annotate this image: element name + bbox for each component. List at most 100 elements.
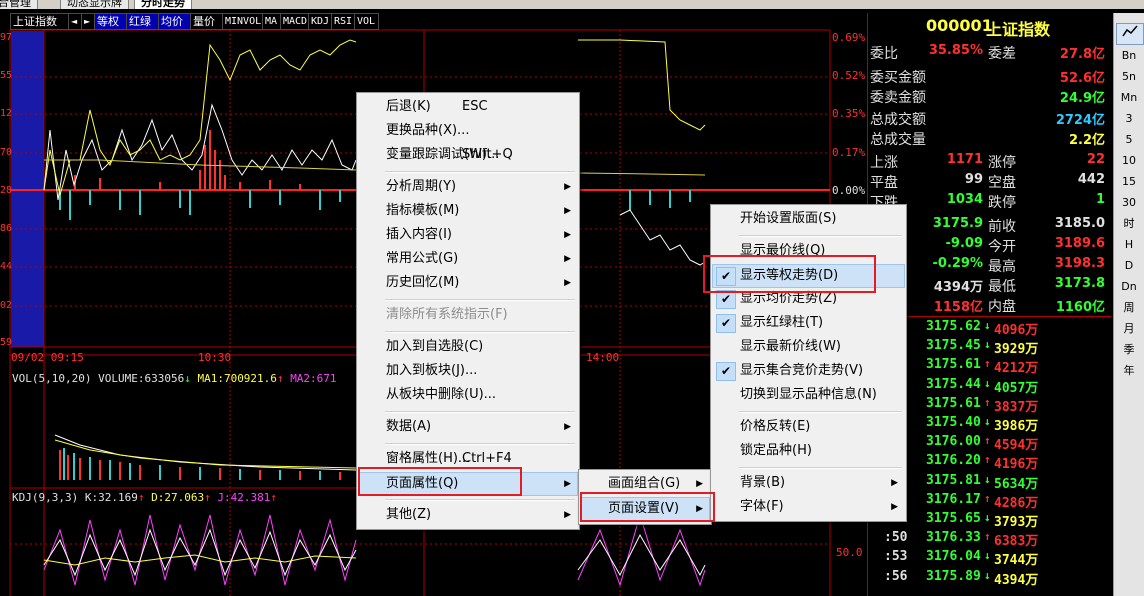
- menu-item[interactable]: 切换到显示品种信息(N): [713, 384, 904, 406]
- menu-item[interactable]: 常用公式(G) ▶: [359, 248, 577, 270]
- menu-item[interactable]: 开始设置版面(S): [713, 208, 904, 230]
- submenu-arrow-icon: ▶: [891, 478, 898, 488]
- stat-label: 内盘: [988, 299, 1016, 315]
- tick-volume: 4594万: [994, 438, 1039, 454]
- volume-price-button[interactable]: 量价: [190, 13, 224, 30]
- date-label: 09/02: [11, 351, 45, 364]
- symbol-selector[interactable]: 上证指数: [10, 13, 70, 30]
- period-button[interactable]: Mn: [1116, 88, 1142, 108]
- period-button[interactable]: 5n: [1116, 67, 1142, 87]
- right-arrow-icon: ►: [84, 17, 91, 26]
- indicator-ma-button[interactable]: MA: [262, 13, 282, 30]
- period-button[interactable]: D: [1116, 256, 1142, 276]
- left-axis-label: 44: [0, 261, 13, 272]
- tick-price: 3176.33: [926, 530, 981, 546]
- highlight-box: [703, 255, 876, 293]
- button-label: 均价: [161, 15, 183, 28]
- period-button[interactable]: 3: [1116, 109, 1142, 129]
- period-button[interactable]: 时: [1116, 214, 1142, 234]
- period-button[interactable]: H: [1116, 235, 1142, 255]
- kdj-axis-label: 50.0: [836, 546, 863, 559]
- period-button[interactable]: 月: [1116, 319, 1142, 339]
- stat-label: 委比: [870, 46, 898, 62]
- menu-item[interactable]: 清除所有系统指示(F): [359, 304, 577, 326]
- menu-item[interactable]: 指标模板(M) ▶: [359, 200, 577, 222]
- tab-label: 分时走势: [141, 0, 185, 9]
- button-label: MINVOL: [225, 16, 262, 27]
- period-button[interactable]: 年: [1116, 361, 1142, 381]
- stat-value: 27.8亿: [1059, 47, 1105, 62]
- stat-value: 35.85%: [928, 43, 983, 58]
- up-arrow-icon: ↑: [984, 530, 991, 544]
- menu-item-label: 指标模板(M): [386, 203, 460, 218]
- period-button[interactable]: 15: [1116, 172, 1142, 192]
- menu-item-label: 加入到自选股(C): [386, 339, 484, 354]
- menu-item-label: 价格反转(E): [740, 419, 811, 434]
- stat-value: -0.29%: [932, 256, 984, 271]
- quote-stat-row: 平盘 99 空盘 442: [868, 172, 1111, 192]
- price-line-tail: [619, 209, 706, 266]
- menu-item[interactable]: 从板块中删除(U)...: [359, 384, 577, 406]
- tick-price: 3175.89: [926, 568, 981, 584]
- menu-item[interactable]: 背景(B) ▶: [713, 472, 904, 494]
- menu-item[interactable]: 历史回忆(M) ▶: [359, 272, 577, 294]
- indicator-minvol-button[interactable]: MINVOL: [222, 13, 264, 30]
- left-axis-label: 12: [0, 108, 13, 119]
- menu-item-label: 切换到显示品种信息(N): [740, 387, 877, 402]
- menu-item[interactable]: 其他(Z) ▶: [359, 504, 577, 526]
- stat-value: 52.6亿: [1059, 71, 1105, 86]
- menu-item[interactable]: 变量跟踪调试(W)... Shift+Q: [359, 144, 577, 166]
- menu-item[interactable]: 插入内容(I) ▶: [359, 224, 577, 246]
- indicator-vol-button[interactable]: VOL: [354, 13, 379, 30]
- period-button[interactable]: 季: [1116, 340, 1142, 360]
- menu-item[interactable]: 加入到板块(J)...: [359, 360, 577, 382]
- period-button[interactable]: Dn: [1116, 277, 1142, 297]
- red-green-button[interactable]: 红绿: [126, 13, 160, 30]
- period-button[interactable]: 10: [1116, 151, 1142, 171]
- tick-price: 3176.04: [926, 549, 981, 565]
- menu-item-label: 加入到板块(J)...: [386, 363, 478, 378]
- menu-separator: [385, 411, 575, 413]
- stat-value: 3173.8: [1054, 276, 1105, 291]
- up-arrow-icon: ↑: [270, 491, 277, 504]
- menu-item[interactable]: 更换品种(X)...: [359, 120, 577, 142]
- indicator-kdj-button[interactable]: KDJ: [308, 13, 333, 30]
- quote-title: 000001 上证指数: [868, 16, 1111, 40]
- period-button[interactable]: 30: [1116, 193, 1142, 213]
- menu-item[interactable]: 显示最新价线(W): [713, 336, 904, 358]
- period-button[interactable]: 周: [1116, 298, 1142, 318]
- tab-intraday-trend[interactable]: 分时走势: [134, 0, 192, 9]
- indicator-macd-button[interactable]: MACD: [280, 13, 310, 30]
- equal-weight-button[interactable]: 等权: [94, 13, 128, 30]
- stat-label: 上涨: [870, 155, 898, 171]
- tick-row: :50 3176.33 ↑ 6383万: [868, 530, 1111, 549]
- average-price-button[interactable]: 均价: [158, 13, 192, 30]
- stat-value: 1158亿: [933, 300, 983, 315]
- menu-item[interactable]: ✔ 显示集合竞价走势(V): [713, 360, 904, 382]
- menu-item[interactable]: ✔ 显示红绿柱(T): [713, 312, 904, 334]
- menu-item[interactable]: 数据(A) ▶: [359, 416, 577, 438]
- indicator-rsi-button[interactable]: RSI: [331, 13, 356, 30]
- highlight-box: [358, 467, 522, 496]
- quote-stat-row: 委比 35.85% 委差 27.8亿: [868, 43, 1111, 63]
- menu-item[interactable]: 字体(F) ▶: [713, 496, 904, 518]
- menu-item[interactable]: 分析周期(Y) ▶: [359, 176, 577, 198]
- period-sidebar: Bn 5n Mn 3 5 10 15 30 时 H D Dn 周月季年: [1113, 13, 1144, 596]
- kdj-k-line: [43, 528, 357, 577]
- period-button[interactable]: Bn: [1116, 46, 1142, 66]
- intraday-chart-icon[interactable]: [1116, 23, 1144, 45]
- tab-dynamic-board[interactable]: 动态显示牌: [60, 0, 129, 9]
- period-button[interactable]: 5: [1116, 130, 1142, 150]
- menu-item-label: 后退(K): [386, 99, 431, 114]
- down-arrow-icon: ↓: [984, 472, 991, 486]
- button-label: KDJ: [311, 16, 330, 27]
- up-arrow-icon: ↑: [276, 372, 284, 385]
- submenu-arrow-icon: ▶: [564, 422, 571, 432]
- menu-item[interactable]: 加入到自选股(C): [359, 336, 577, 358]
- tab-integrated-management[interactable]: 综合管理: [0, 0, 38, 9]
- time-label: 10:30: [198, 351, 232, 364]
- button-label: MA: [265, 16, 278, 27]
- menu-item[interactable]: 锁定品种(H): [713, 440, 904, 462]
- menu-item[interactable]: 后退(K) ESC: [359, 96, 577, 118]
- menu-item[interactable]: 价格反转(E): [713, 416, 904, 438]
